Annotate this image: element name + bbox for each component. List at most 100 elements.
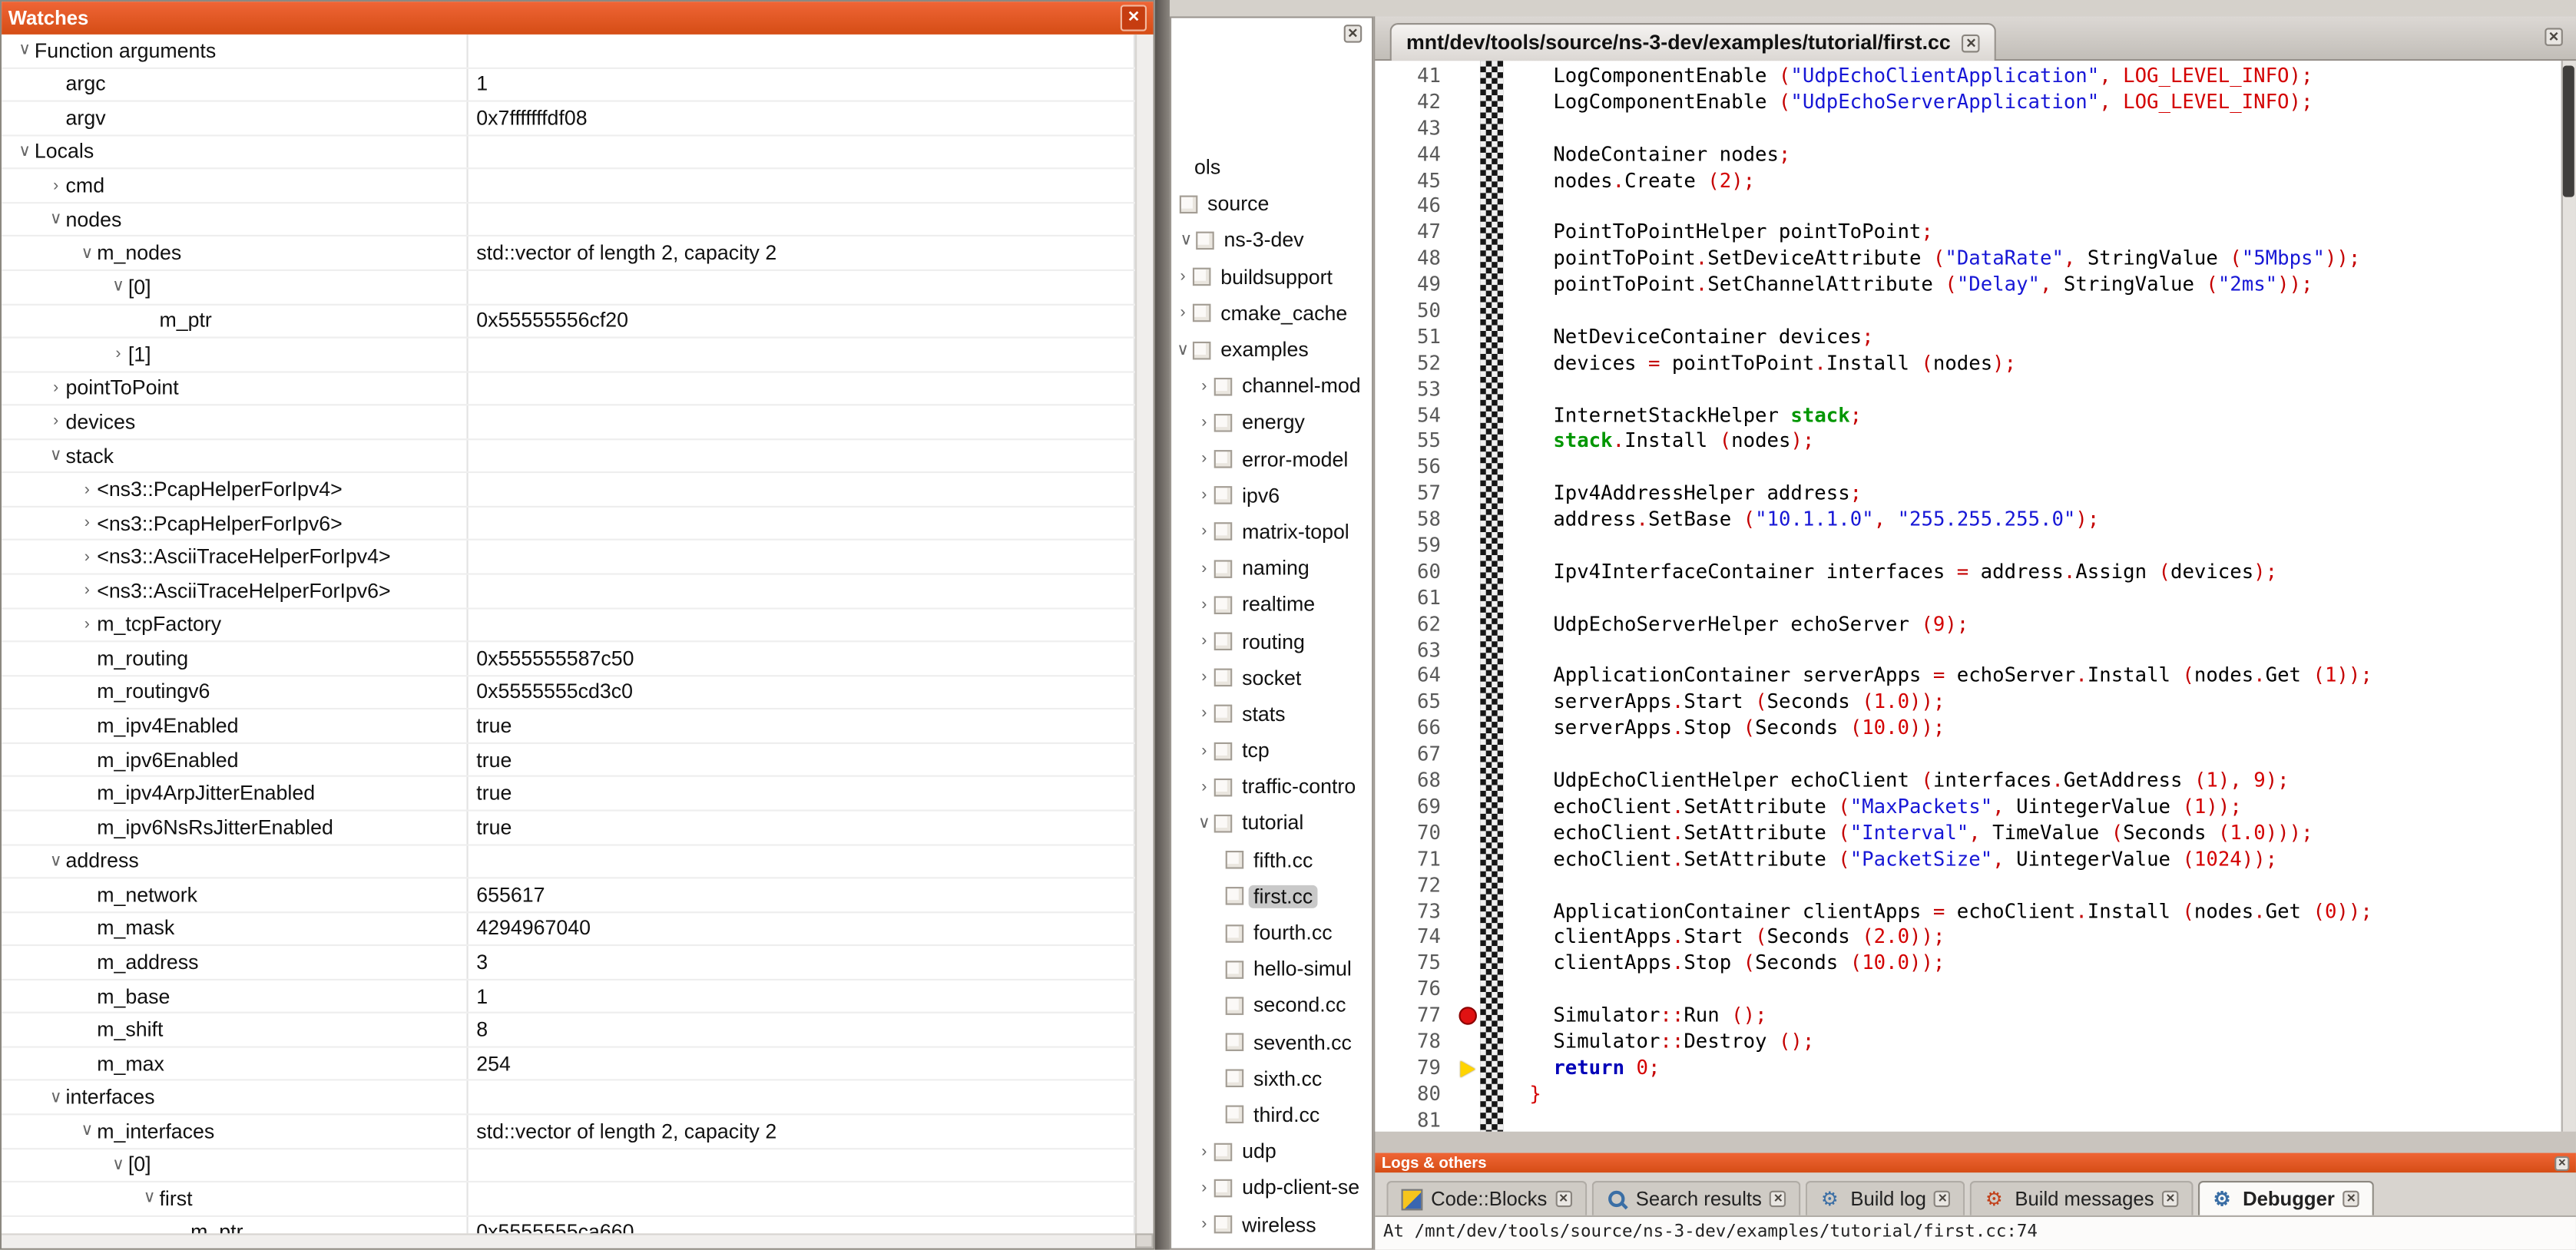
expander-open-icon[interactable]: ∨: [46, 852, 66, 871]
code-line[interactable]: 57 Ipv4AddressHelper address;: [1375, 481, 2561, 508]
gutter-marker[interactable]: [1457, 273, 1480, 299]
gutter-marker[interactable]: [1457, 821, 1480, 847]
log-tab-debugger[interactable]: Debugger✕: [2198, 1181, 2374, 1215]
tree-item[interactable]: ›buildsupport: [1171, 259, 1372, 295]
expander-closed-icon[interactable]: ›: [78, 481, 98, 499]
code-line[interactable]: 71 echoClient.SetAttribute ("PacketSize"…: [1375, 847, 2561, 873]
watches-vertical-scrollbar[interactable]: [1135, 35, 1154, 1233]
code-line[interactable]: 55 stack.Install (nodes);: [1375, 429, 2561, 455]
gutter-marker[interactable]: [1457, 220, 1480, 246]
watch-row[interactable]: ›m_tcpFactory: [2, 609, 1135, 643]
watch-row[interactable]: ›<ns3::PcapHelperForIpv6>: [2, 508, 1135, 541]
watch-row[interactable]: ∨nodes: [2, 203, 1135, 237]
gutter-marker[interactable]: [1457, 194, 1480, 220]
watch-row[interactable]: ›<ns3::PcapHelperForIpv4>: [2, 474, 1135, 508]
watch-row[interactable]: ›[1]: [2, 339, 1135, 372]
tree-item[interactable]: ›udp-client-se: [1171, 1170, 1372, 1206]
code-line[interactable]: 54 InternetStackHelper stack;: [1375, 403, 2561, 429]
editor-tab-first-cc[interactable]: mnt/dev/tools/source/ns-3-dev/examples/t…: [1390, 23, 1997, 61]
code-line[interactable]: 64 ApplicationContainer serverApps = ech…: [1375, 664, 2561, 690]
gutter-marker[interactable]: [1457, 142, 1480, 168]
expander-open-icon[interactable]: ∨: [46, 447, 66, 465]
tree-item[interactable]: ›stats: [1171, 696, 1372, 732]
tab-close-icon[interactable]: ✕: [1962, 34, 1981, 52]
gutter-marker[interactable]: [1457, 951, 1480, 977]
tree-item[interactable]: ›cmake_cache: [1171, 295, 1372, 331]
gutter-marker[interactable]: [1457, 742, 1480, 769]
breakpoint-icon[interactable]: [1457, 1004, 1480, 1030]
code-line[interactable]: 68 UdpEchoClientHelper echoClient (inter…: [1375, 769, 2561, 795]
watch-row[interactable]: m_mask4294967040: [2, 912, 1135, 946]
expander-closed-icon[interactable]: ›: [1173, 304, 1193, 322]
gutter-marker[interactable]: [1457, 560, 1480, 586]
code-line[interactable]: 67: [1375, 742, 2561, 769]
code-line[interactable]: 58 address.SetBase ("10.1.1.0", "255.255…: [1375, 508, 2561, 534]
watch-row[interactable]: m_network655617: [2, 878, 1135, 912]
code-line[interactable]: 80}: [1375, 1082, 2561, 1108]
watch-row[interactable]: ∨address: [2, 845, 1135, 879]
code-line[interactable]: 63: [1375, 638, 2561, 664]
gutter-marker[interactable]: [1457, 508, 1480, 534]
gutter-marker[interactable]: [1457, 246, 1480, 273]
code-line[interactable]: 56: [1375, 455, 2561, 481]
gutter-marker[interactable]: [1457, 534, 1480, 560]
watch-row[interactable]: ›<ns3::AsciiTraceHelperForIpv6>: [2, 575, 1135, 609]
code-line[interactable]: 48 pointToPoint.SetDeviceAttribute ("Dat…: [1375, 246, 2561, 273]
watches-horizontal-scrollbar[interactable]: [2, 1233, 1135, 1248]
tree-item[interactable]: ∨examples: [1171, 332, 1372, 368]
watch-row[interactable]: m_ptr0x55555556cf20: [2, 305, 1135, 339]
gutter-marker[interactable]: [1457, 1108, 1480, 1132]
code-line[interactable]: 76: [1375, 977, 2561, 1004]
gutter-marker[interactable]: [1457, 116, 1480, 142]
expander-open-icon[interactable]: ∨: [46, 1089, 66, 1107]
watch-row[interactable]: ∨[0]: [2, 1149, 1135, 1182]
code-line[interactable]: 77 Simulator::Run ();: [1375, 1004, 2561, 1030]
tree-item[interactable]: ›routing: [1171, 623, 1372, 660]
expander-closed-icon[interactable]: ›: [78, 514, 98, 533]
gutter-marker[interactable]: [1457, 690, 1480, 716]
expander-closed-icon[interactable]: ›: [1194, 633, 1214, 651]
expander-closed-icon[interactable]: ›: [1194, 450, 1214, 468]
expander-closed-icon[interactable]: ›: [1194, 377, 1214, 395]
expander-closed-icon[interactable]: ›: [1194, 742, 1214, 760]
tree-item[interactable]: ›traffic-contro: [1171, 769, 1372, 805]
close-icon[interactable]: ✕: [1344, 25, 1362, 43]
code-line[interactable]: 50: [1375, 299, 2561, 325]
expander-open-icon[interactable]: ∨: [1173, 341, 1193, 359]
tree-item[interactable]: seventh.cc: [1171, 1024, 1372, 1060]
expander-open-icon[interactable]: ∨: [1194, 815, 1214, 833]
code-line[interactable]: 81: [1375, 1108, 2561, 1132]
tree-item[interactable]: ›wireless: [1171, 1206, 1372, 1242]
watch-row[interactable]: argv0x7fffffffdf08: [2, 102, 1135, 136]
watch-row[interactable]: m_base1: [2, 980, 1135, 1014]
log-tab-build-messages[interactable]: Build messages✕: [1971, 1181, 2194, 1215]
code-line[interactable]: 74 clientApps.Start (Seconds (2.0));: [1375, 925, 2561, 951]
code-line[interactable]: 53: [1375, 377, 2561, 403]
gutter-marker[interactable]: [1457, 899, 1480, 925]
expander-closed-icon[interactable]: ›: [1194, 560, 1214, 578]
tab-close-icon[interactable]: ✕: [2343, 1191, 2359, 1207]
code-line[interactable]: 45 nodes.Create (2);: [1375, 168, 2561, 194]
gutter-marker[interactable]: [1457, 325, 1480, 351]
tab-close-icon[interactable]: ✕: [1770, 1191, 1786, 1207]
watch-row[interactable]: m_ptr0x5555555ca660: [2, 1216, 1135, 1233]
watch-row[interactable]: m_ipv4ArpJitterEnabledtrue: [2, 778, 1135, 812]
tree-item[interactable]: ›matrix-topol: [1171, 514, 1372, 550]
expander-closed-icon[interactable]: ›: [1194, 778, 1214, 796]
gutter-marker[interactable]: [1457, 847, 1480, 873]
code-line[interactable]: 60 Ipv4InterfaceContainer interfaces = a…: [1375, 560, 2561, 586]
expander-closed-icon[interactable]: ›: [1194, 523, 1214, 541]
tree-item[interactable]: ›socket: [1171, 660, 1372, 696]
expander-closed-icon[interactable]: ›: [108, 346, 128, 364]
tree-item[interactable]: source: [1171, 186, 1372, 222]
gutter-marker[interactable]: [1457, 90, 1480, 116]
expander-closed-icon[interactable]: ›: [1194, 487, 1214, 505]
gutter-marker[interactable]: [1457, 873, 1480, 899]
tree-item[interactable]: ›udp: [1171, 1133, 1372, 1169]
watch-row[interactable]: m_routingv60x5555555cd3c0: [2, 676, 1135, 710]
log-tab-search-results[interactable]: Search results✕: [1591, 1181, 1801, 1215]
watch-row[interactable]: ›pointToPoint: [2, 372, 1135, 406]
code-line[interactable]: 62 UdpEchoServerHelper echoServer (9);: [1375, 612, 2561, 638]
code-line[interactable]: 75 clientApps.Stop (Seconds (10.0));: [1375, 951, 2561, 977]
watch-row[interactable]: ∨stack: [2, 440, 1135, 474]
